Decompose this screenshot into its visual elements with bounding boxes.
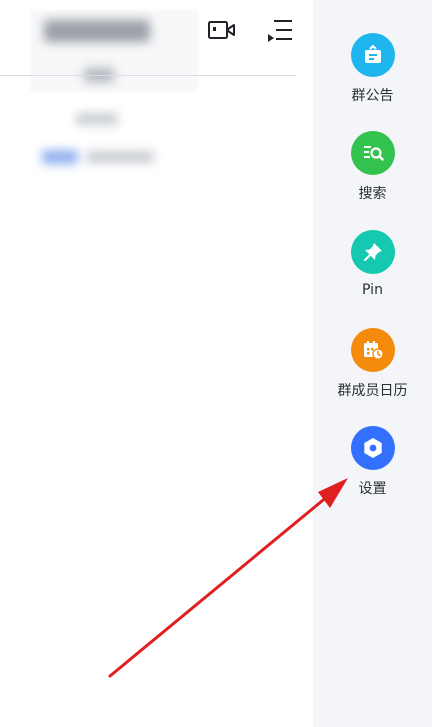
side-item-member-calendar[interactable]: 群成员日历 [313,328,432,416]
side-item-label: Pin [362,282,383,298]
side-item-label: 搜索 [358,186,387,202]
group-side-panel: 群公告 搜索 Pin 群成员日历 设置 [313,0,432,727]
announcement-icon [351,33,395,77]
side-item-search[interactable]: 搜索 [313,131,432,219]
search-icon [351,131,395,175]
header-divider [0,75,296,76]
side-item-settings[interactable]: 设置 [313,426,432,514]
side-item-label: 群成员日历 [337,383,408,399]
blurred-text [76,113,118,125]
video-call-icon[interactable] [205,13,239,47]
side-item-announcement[interactable]: 群公告 [313,33,432,121]
blurred-link [42,150,78,164]
settings-icon [351,426,395,470]
side-item-label: 群公告 [351,88,394,104]
side-item-pin[interactable]: Pin [313,230,432,318]
calendar-icon [351,328,395,372]
pin-icon [351,230,395,274]
side-item-label: 设置 [358,481,387,497]
chat-main-area [0,0,313,727]
blurred-chat-header [30,10,198,92]
blurred-text [86,151,154,163]
menu-list-icon[interactable] [262,13,296,47]
blurred-title [44,20,150,42]
